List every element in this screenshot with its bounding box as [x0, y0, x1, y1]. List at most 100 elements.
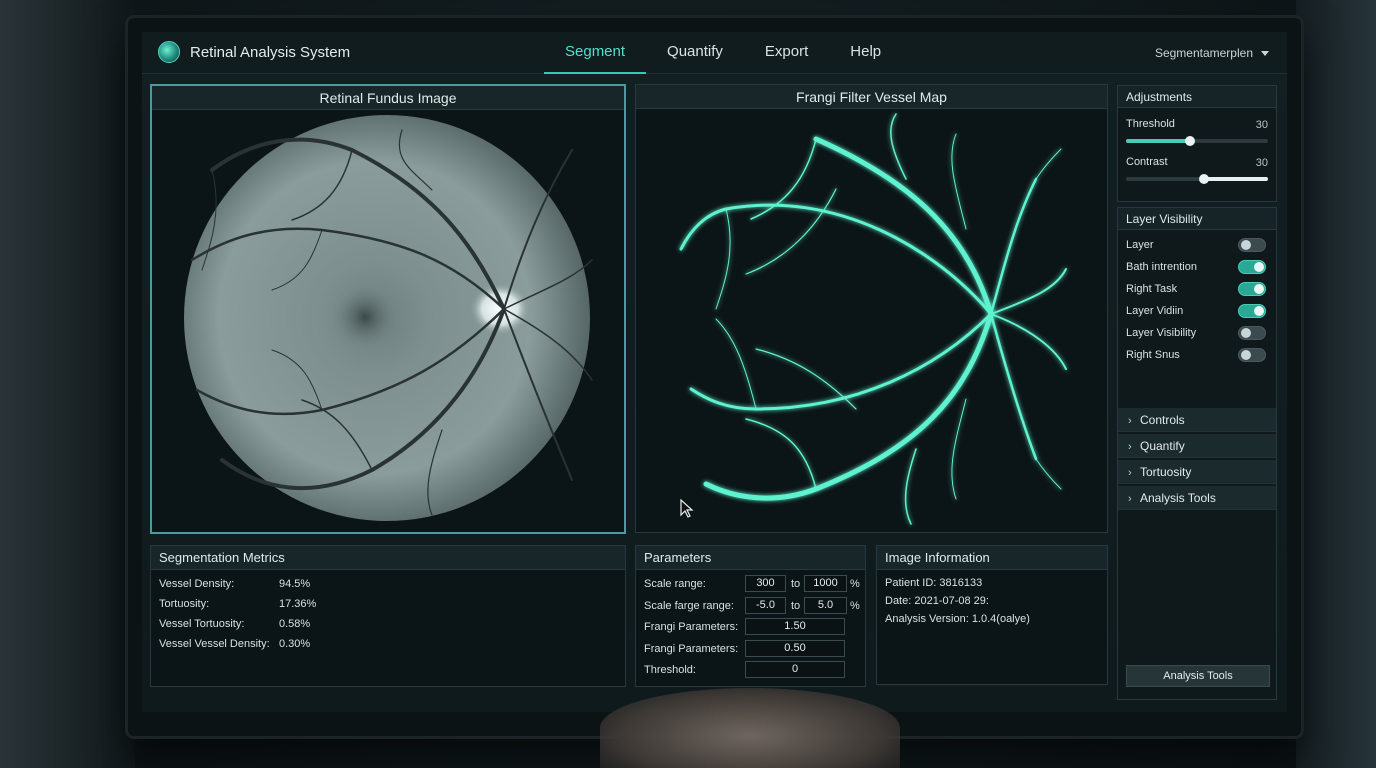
frangi-param-row: Frangi Parameters: 1.50	[636, 616, 865, 638]
scale-range-unit: %	[850, 578, 860, 590]
chevron-right-icon: ›	[1128, 415, 1132, 427]
tab-segment[interactable]: Segment	[544, 32, 647, 74]
contrast-value: 30	[1255, 157, 1268, 169]
layer-toggle[interactable]	[1238, 260, 1266, 274]
scale-farge-to-input[interactable]: 5.0	[804, 596, 847, 614]
metric-value: 0.58%	[279, 618, 311, 630]
layer-toggle[interactable]	[1238, 326, 1266, 340]
contrast-slider[interactable]	[1126, 174, 1268, 184]
frangi-param-input[interactable]: 1.50	[745, 618, 845, 635]
fundus-image-svg	[184, 115, 593, 521]
accordion-label: Tortuosity	[1140, 465, 1192, 479]
scale-range-to-text: to	[791, 578, 801, 590]
layer-toggle-row: Layer Visibility	[1118, 322, 1276, 344]
frangi-param-label: Frangi Parameters:	[644, 642, 739, 655]
metric-value: 94.5%	[279, 578, 311, 590]
frangi-param-label: Frangi Parameters:	[644, 621, 739, 633]
layer-toggle-label: Right Task	[1126, 283, 1178, 295]
metric-value: 0.30%	[279, 638, 311, 650]
chevron-right-icon: ›	[1128, 493, 1132, 505]
mouse-pointer-icon	[680, 499, 694, 518]
metric-label: Vessel Density:	[159, 578, 235, 590]
layer-toggle-list: Layer Bath intrention Right Task Layer V…	[1118, 230, 1276, 366]
scale-range-from-input[interactable]: 300	[745, 575, 786, 592]
threshold-value: 30	[1255, 119, 1268, 131]
analysis-tools-button[interactable]: Analysis Tools	[1126, 665, 1270, 687]
toggle-knob	[1241, 350, 1251, 360]
metrics-title: Segmentation Metrics	[151, 546, 625, 570]
threshold-param-row: Threshold: 0	[636, 659, 865, 681]
metric-row: Vessel Vessel Density: 0.30%	[151, 634, 625, 654]
layer-visibility-title: Layer Visibility	[1118, 208, 1276, 230]
toggle-knob	[1254, 306, 1264, 316]
accordion-item-quantify[interactable]: › Quantify	[1118, 434, 1276, 458]
profile-dropdown[interactable]: Segmentamerplen	[1155, 46, 1269, 60]
profile-dropdown-label: Segmentamerplen	[1154, 46, 1253, 60]
image-information-panel: Image Information Patient ID: 3816133 Da…	[876, 545, 1108, 685]
frangi-vessel-map-panel: Frangi Filter Vessel Map	[635, 84, 1108, 533]
globe-logo-icon	[158, 41, 180, 63]
layer-toggle-row: Right Snus	[1118, 344, 1276, 366]
tab-help[interactable]: Help	[829, 32, 902, 74]
layer-toggle-label: Bath intrention	[1126, 261, 1197, 273]
monitor-bezel: Retinal Analysis System Segment Quantify…	[128, 18, 1301, 736]
image-info-title: Image Information	[877, 546, 1107, 570]
layer-toggle[interactable]	[1238, 348, 1266, 362]
accordion-item-tortuosity[interactable]: › Tortuosity	[1118, 460, 1276, 484]
image-info-list: Patient ID: 3816133 Date: 2021-07-08 29:…	[877, 570, 1107, 628]
accordion-list: › Controls › Quantify › Tortuosity › Analysi…	[1118, 390, 1276, 510]
accordion-label: Quantify	[1140, 439, 1185, 453]
adjustments-panel: Adjustments Threshold 30 Contrast 30	[1117, 85, 1277, 202]
tab-export[interactable]: Export	[744, 32, 829, 74]
accordion-label: Analysis Tools	[1140, 491, 1216, 505]
layer-toggle-label: Layer Visibility	[1126, 327, 1197, 339]
toggle-knob	[1254, 284, 1264, 294]
frangi-panel-title: Frangi Filter Vessel Map	[636, 85, 1107, 109]
parameters-panel: Parameters Scale range: 300 to 1000 % Sc…	[635, 545, 866, 687]
contrast-slider-thumb[interactable]	[1199, 174, 1210, 184]
layer-toggle[interactable]	[1238, 238, 1266, 252]
threshold-slider-thumb[interactable]	[1184, 136, 1195, 146]
toggle-knob	[1241, 328, 1251, 338]
threshold-slider-fill	[1126, 139, 1190, 143]
frangi-vessels	[679, 113, 1067, 525]
app-window: Retinal Analysis System Segment Quantify…	[142, 32, 1287, 712]
scale-range-row: Scale range: 300 to 1000 %	[636, 573, 865, 595]
layer-toggle[interactable]	[1238, 282, 1266, 296]
threshold-label: Threshold	[1126, 118, 1175, 130]
frangi-param-row: Frangi Parameters: 0.50	[636, 638, 865, 660]
layer-toggle-row: Layer	[1118, 234, 1276, 256]
chevron-right-icon: ›	[1128, 441, 1132, 453]
toggle-knob	[1241, 240, 1251, 250]
tab-quantify[interactable]: Quantify	[646, 32, 744, 74]
main-nav: Segment Quantify Export Help	[544, 32, 902, 74]
segmentation-metrics-panel: Segmentation Metrics Vessel Density: 94.…	[150, 545, 626, 687]
layer-toggle-row: Right Task	[1118, 278, 1276, 300]
accordion-label: Controls	[1140, 413, 1185, 427]
app-title: Retinal Analysis System	[190, 44, 351, 61]
layer-toggle-row: Bath intrention	[1118, 256, 1276, 278]
layer-toggle-label: Right Snus	[1126, 349, 1180, 361]
fundus-panel-title: Retinal Fundus Image	[152, 86, 624, 110]
scale-farge-range-row: Scale farge range: -5.0 to 5.0 %	[636, 595, 865, 617]
parameters-title: Parameters	[636, 546, 865, 570]
layer-toggle[interactable]	[1238, 304, 1266, 318]
background-right	[1296, 0, 1376, 768]
fundus-image[interactable]	[152, 110, 624, 532]
scale-farge-unit: %	[850, 599, 860, 612]
metric-label: Vessel Tortuosity:	[159, 618, 245, 630]
frangi-vessel-map[interactable]	[636, 109, 1107, 532]
analysis-version: Analysis Version: 1.0.4(oalye)	[885, 613, 1030, 625]
threshold-slider[interactable]	[1126, 136, 1268, 146]
frangi-vessel-map-svg	[679, 113, 1067, 525]
accordion-item-controls[interactable]: › Controls	[1118, 408, 1276, 432]
fovea	[329, 281, 401, 353]
accordion-item-analysis-tools[interactable]: › Analysis Tools	[1118, 486, 1276, 510]
scale-farge-from-input[interactable]: -5.0	[745, 596, 786, 614]
layer-toggle-label: Layer	[1126, 239, 1154, 251]
image-date: Date: 2021-07-08 29:	[885, 595, 989, 607]
frangi-param-input[interactable]: 0.50	[745, 639, 845, 657]
metrics-list: Vessel Density: 94.5% Tortuosity: 17.36%…	[151, 570, 625, 654]
threshold-param-input[interactable]: 0	[745, 661, 845, 678]
scale-range-to-input[interactable]: 1000	[804, 575, 847, 592]
